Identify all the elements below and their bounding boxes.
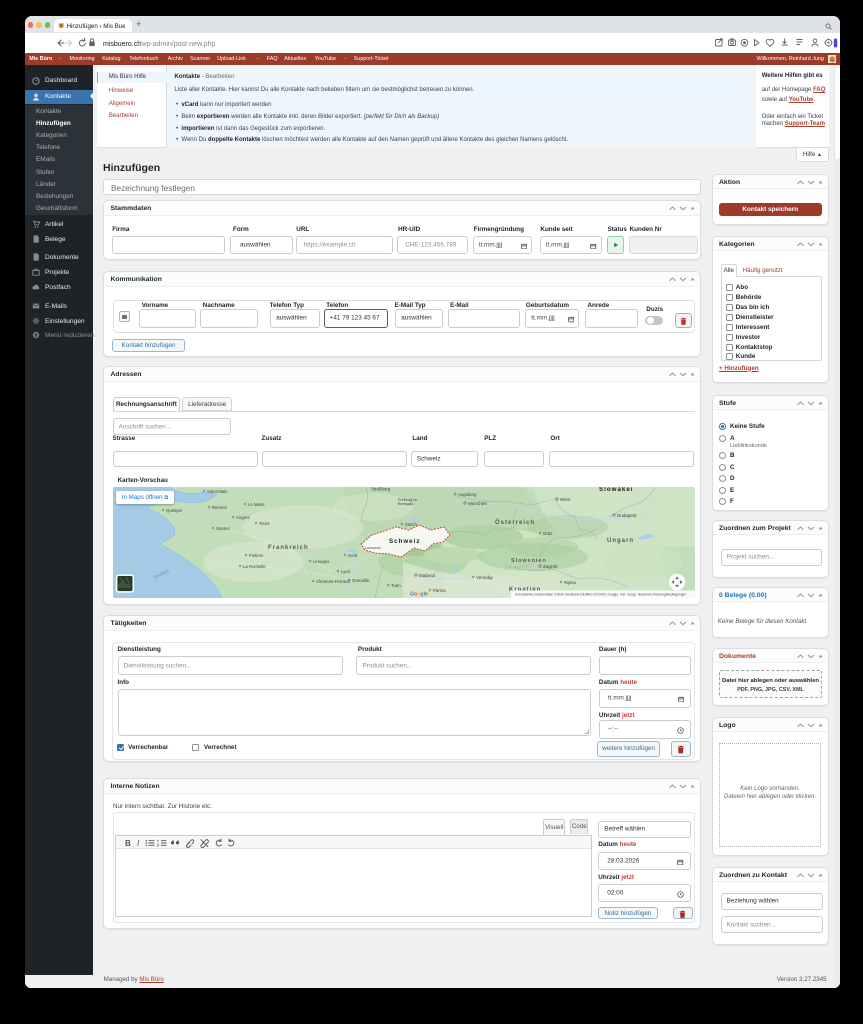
- svg-text:Venedig: Venedig: [476, 575, 493, 580]
- svg-text:Graz: Graz: [543, 531, 552, 536]
- svg-text:München: München: [468, 501, 487, 506]
- svg-text:Rijeka: Rijeka: [564, 580, 577, 585]
- svg-text:Zagreb: Zagreb: [543, 564, 558, 569]
- svg-text:Parma: Parma: [433, 588, 446, 593]
- svg-text:Slowenien: Slowenien: [511, 558, 547, 564]
- svg-text:Lausanne: Lausanne: [365, 546, 381, 550]
- svg-text:Poitiers: Poitiers: [249, 553, 263, 558]
- svg-text:Augsburg: Augsburg: [458, 492, 477, 497]
- svg-text:La Rochelle: La Rochelle: [243, 564, 266, 569]
- svg-text:Österreich: Österreich: [495, 519, 535, 526]
- svg-text:Rennes: Rennes: [212, 505, 227, 510]
- svg-text:Wien: Wien: [560, 497, 571, 502]
- svg-text:Angers: Angers: [236, 515, 250, 520]
- svg-text:Saint-Malo: Saint-Malo: [207, 489, 228, 494]
- svg-text:Limoges: Limoges: [313, 559, 329, 564]
- svg-text:/wp-admin/post-new.php: /wp-admin/post-new.php: [140, 40, 216, 47]
- svg-text:Schweiz: Schweiz: [389, 538, 420, 545]
- svg-text:Quimper: Quimper: [166, 508, 183, 513]
- svg-text:Mailand: Mailand: [419, 573, 436, 578]
- svg-text:Google: Google: [410, 591, 428, 597]
- svg-text:Frankreich: Frankreich: [268, 545, 309, 551]
- svg-text:Tours: Tours: [259, 521, 270, 526]
- svg-text:Straßburg: Straßburg: [371, 487, 391, 492]
- svg-text:Lyon: Lyon: [341, 569, 351, 574]
- svg-text:Le Mans: Le Mans: [248, 502, 264, 507]
- svg-text:B: B: [125, 839, 131, 848]
- svg-text:Kurzbefehle | Kartendaten ©202: Kurzbefehle | Kartendaten ©2026 GeoBasis…: [515, 592, 687, 596]
- svg-text:Clermont-Ferrand: Clermont-Ferrand: [316, 579, 351, 584]
- svg-text:Genf: Genf: [348, 553, 358, 558]
- svg-text:Turin: Turin: [391, 583, 401, 588]
- svg-text:Breisgau: Breisgau: [398, 502, 413, 506]
- svg-text:Budapest: Budapest: [617, 513, 637, 518]
- svg-text:misbuero.ch: misbuero.ch: [103, 40, 141, 47]
- svg-text:Ungarn: Ungarn: [607, 538, 634, 544]
- svg-text:Grenoble: Grenoble: [352, 578, 370, 583]
- svg-text:Zürich: Zürich: [405, 522, 418, 527]
- svg-text:I: I: [137, 839, 140, 848]
- svg-text:Slowakei: Slowakei: [599, 487, 633, 493]
- svg-text:Nantes: Nantes: [216, 526, 230, 531]
